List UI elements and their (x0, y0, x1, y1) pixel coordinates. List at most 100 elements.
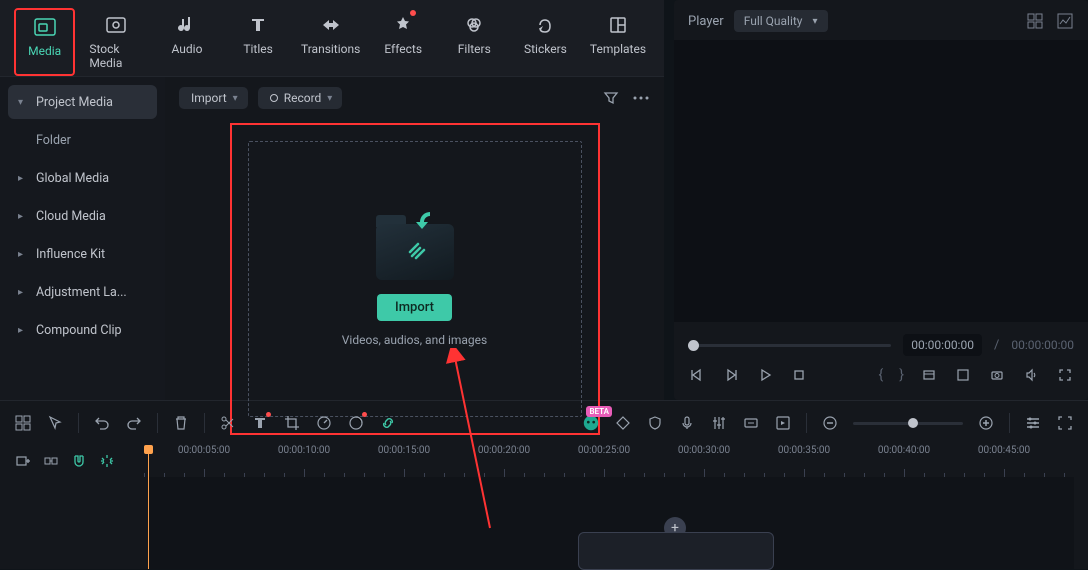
drop-zone[interactable]: Import Videos, audios, and images (248, 141, 582, 417)
tab-media[interactable]: Media (14, 8, 75, 76)
tab-transitions[interactable]: Transitions (299, 8, 363, 76)
tab-templates[interactable]: Templates (586, 8, 650, 76)
player-title: Player (688, 14, 724, 29)
sidebar-item-adjustment-layer[interactable]: ▸Adjustment La... (8, 275, 157, 309)
stickers-icon (534, 14, 556, 36)
quality-dropdown[interactable]: Full Quality ▾ (734, 10, 828, 32)
step-back-icon[interactable] (722, 366, 740, 384)
zoom-out-icon[interactable] (821, 414, 839, 432)
zoom-slider[interactable] (853, 422, 963, 425)
redo-icon[interactable] (125, 414, 143, 432)
notification-dot (410, 10, 416, 16)
filter-icon[interactable] (602, 89, 620, 107)
chevron-down-icon: ▾ (813, 16, 818, 27)
media-sidebar: ▾Project Media Folder ▸Global Media ▸Clo… (0, 77, 165, 449)
sidebar-label: Global Media (36, 171, 109, 186)
link-icon[interactable] (379, 414, 397, 432)
mic-icon[interactable] (678, 414, 696, 432)
tab-effects[interactable]: Effects (373, 8, 434, 76)
mark-out-icon[interactable]: } (899, 367, 904, 383)
tab-label: Templates (590, 42, 646, 56)
speed-icon[interactable] (315, 414, 333, 432)
sidebar-item-folder[interactable]: Folder (8, 123, 157, 157)
text-icon[interactable] (251, 414, 269, 432)
more-icon[interactable] (632, 89, 650, 107)
transitions-icon (320, 14, 342, 36)
scope-icon[interactable] (1056, 12, 1074, 30)
add-track-icon[interactable] (14, 452, 32, 470)
shield-icon[interactable] (646, 414, 664, 432)
undo-icon[interactable] (93, 414, 111, 432)
caret-right-icon: ▸ (18, 325, 28, 336)
delete-icon[interactable] (172, 414, 190, 432)
cursor-icon[interactable] (46, 414, 64, 432)
beta-badge: BETA (586, 406, 612, 417)
grid-view-icon[interactable] (1026, 12, 1044, 30)
timeline-tracks[interactable]: + (148, 477, 1074, 569)
scrub-bar[interactable] (688, 344, 891, 347)
scrub-handle[interactable] (688, 340, 699, 351)
tab-audio[interactable]: Audio (156, 8, 217, 76)
import-dropdown[interactable]: Import▾ (179, 87, 248, 109)
expand-icon[interactable] (1056, 414, 1074, 432)
magnet-icon[interactable] (70, 452, 88, 470)
snapshot-icon[interactable] (988, 366, 1006, 384)
ruler-label: 00:00:05:00 (178, 445, 230, 456)
color-icon[interactable] (347, 414, 365, 432)
mark-in-icon[interactable]: { (879, 367, 884, 383)
sidebar-item-project-media[interactable]: ▾Project Media (8, 85, 157, 119)
templates-icon (607, 14, 629, 36)
stock-media-icon (105, 14, 127, 36)
ruler-label: 00:00:20:00 (478, 445, 530, 456)
quality-label: Full Quality (744, 14, 803, 28)
link-track-icon[interactable] (42, 452, 60, 470)
playhead[interactable] (148, 445, 149, 569)
marker-icon[interactable] (920, 366, 938, 384)
split-icon[interactable] (219, 414, 237, 432)
render-icon[interactable] (742, 414, 760, 432)
mixer-icon[interactable] (710, 414, 728, 432)
tab-label: Stock Media (89, 42, 142, 70)
play-icon[interactable] (756, 366, 774, 384)
drop-subtitle: Videos, audios, and images (342, 333, 487, 347)
tab-label: Filters (458, 42, 491, 56)
export-frame-icon[interactable] (774, 414, 792, 432)
prev-frame-icon[interactable] (688, 366, 706, 384)
media-icon (34, 16, 56, 38)
tab-titles[interactable]: Titles (228, 8, 289, 76)
layout-icon[interactable] (14, 414, 32, 432)
sidebar-label: Influence Kit (36, 247, 105, 262)
preview-viewport[interactable] (674, 40, 1088, 322)
safe-zone-icon[interactable] (954, 366, 972, 384)
zoom-handle[interactable] (908, 418, 918, 428)
stop-icon[interactable] (790, 366, 808, 384)
sidebar-item-cloud-media[interactable]: ▸Cloud Media (8, 199, 157, 233)
caret-right-icon: ▸ (18, 287, 28, 298)
ghost-clip[interactable] (578, 532, 774, 570)
sidebar-item-global-media[interactable]: ▸Global Media (8, 161, 157, 195)
sidebar-item-influence-kit[interactable]: ▸Influence Kit (8, 237, 157, 271)
time-separator: / (994, 338, 999, 353)
track-settings-icon[interactable] (1024, 414, 1042, 432)
timeline-ruler[interactable]: 00:00:05:0000:00:10:0000:00:15:0000:00:2… (134, 445, 1074, 477)
ruler-label: 00:00:10:00 (278, 445, 330, 456)
ai-assistant-icon[interactable]: BETA (582, 414, 600, 432)
tab-label: Transitions (301, 42, 360, 56)
tab-stock-media[interactable]: Stock Media (85, 8, 146, 76)
record-dropdown[interactable]: Record▾ (258, 87, 343, 109)
keyframe-icon[interactable] (614, 414, 632, 432)
chevron-down-icon: ▾ (233, 93, 238, 104)
titles-icon (247, 14, 269, 36)
zoom-in-icon[interactable] (977, 414, 995, 432)
fullscreen-icon[interactable] (1056, 366, 1074, 384)
tab-stickers[interactable]: Stickers (515, 8, 576, 76)
tab-filters[interactable]: Filters (444, 8, 505, 76)
ruler-label: 00:00:45:00 (978, 445, 1030, 456)
tab-label: Audio (172, 42, 203, 56)
crop-icon[interactable] (283, 414, 301, 432)
import-button[interactable]: Import (377, 294, 452, 321)
volume-icon[interactable] (1022, 366, 1040, 384)
record-label: Record (284, 91, 322, 105)
auto-ripple-icon[interactable] (98, 452, 116, 470)
sidebar-item-compound-clip[interactable]: ▸Compound Clip (8, 313, 157, 347)
